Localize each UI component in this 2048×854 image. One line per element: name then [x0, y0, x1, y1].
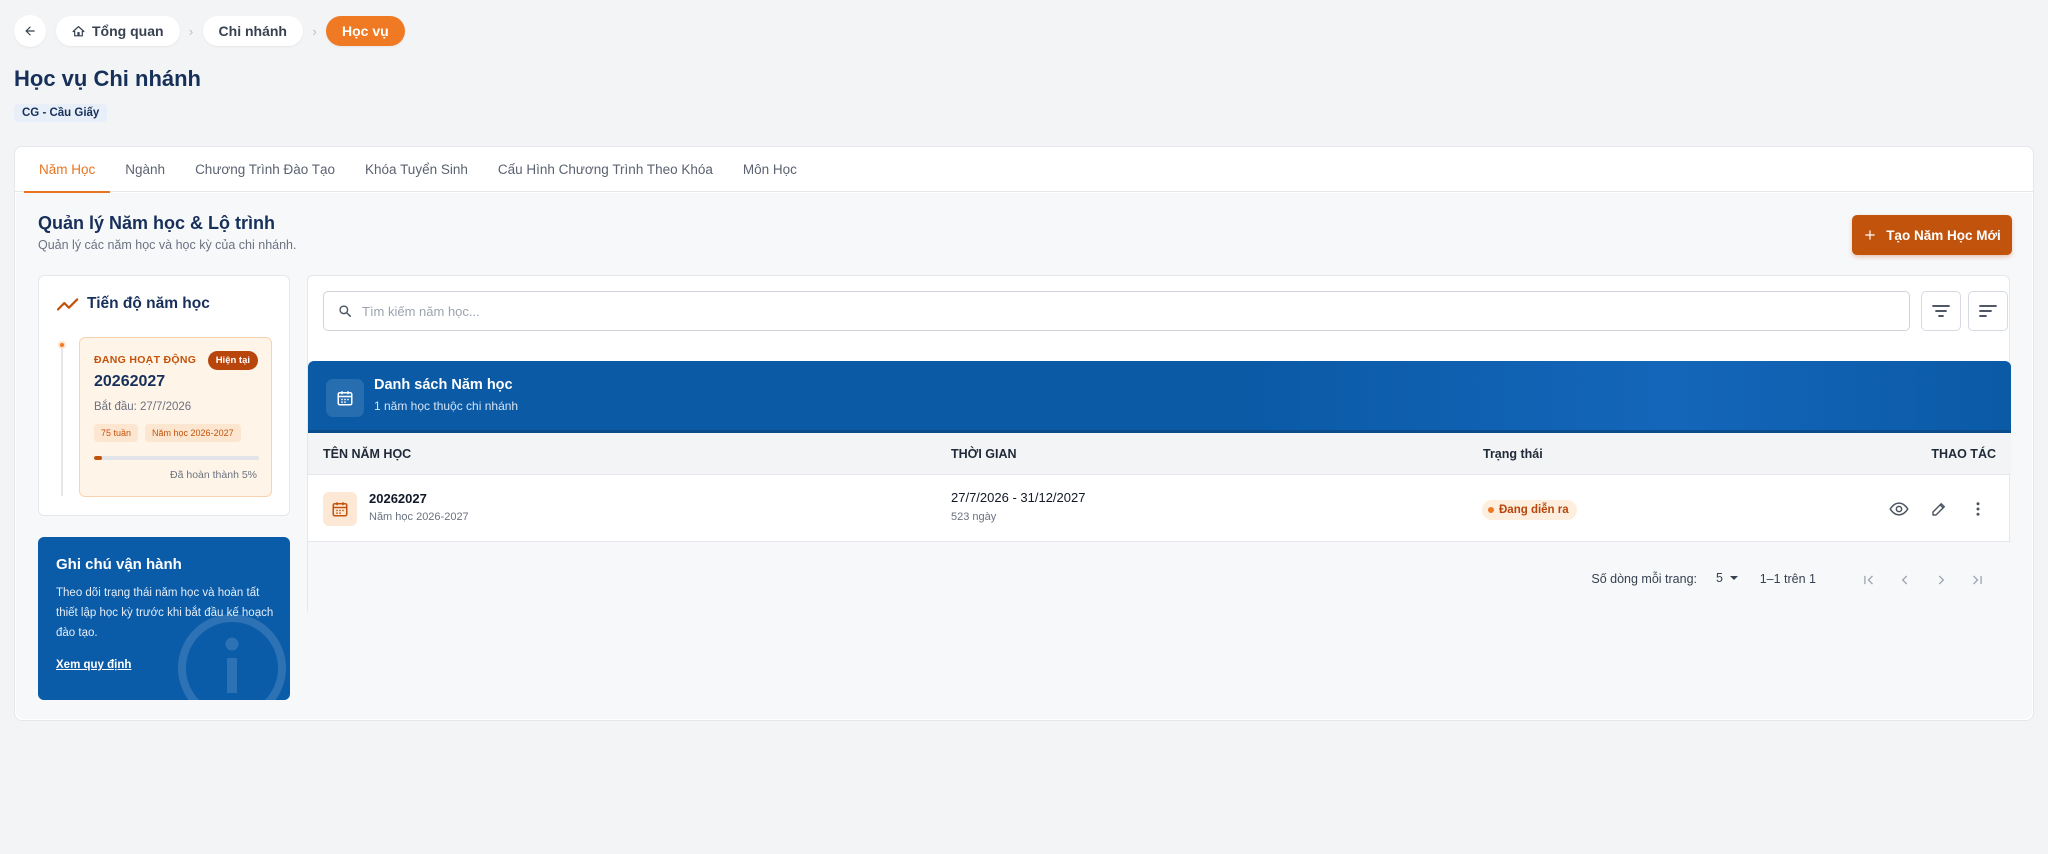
pencil-icon	[1932, 503, 1945, 516]
last-page-button[interactable]	[1965, 568, 1989, 592]
home-icon	[72, 25, 85, 36]
filter-icon	[1932, 305, 1950, 317]
tab-subject[interactable]: Môn Học	[728, 147, 812, 192]
breadcrumb-item-label: Tổng quan	[92, 23, 164, 39]
breadcrumb-separator: ›	[312, 23, 317, 39]
calendar-icon	[332, 502, 348, 517]
back-button[interactable]	[14, 15, 46, 47]
view-button[interactable]	[1884, 494, 1914, 524]
note-title: Ghi chú vận hành	[56, 556, 182, 573]
rows-per-page-label: Số dòng mỗi trang:	[1591, 572, 1697, 586]
table-subtitle: 1 năm học thuộc chi nhánh	[374, 399, 519, 413]
period-tag-weeks: 75 tuần	[94, 424, 139, 442]
filter-button[interactable]	[1921, 291, 1961, 331]
tab-admission-course[interactable]: Khóa Tuyển Sinh	[350, 147, 483, 192]
tab-content: Quản lý Năm học & Lộ trình Quản lý các n…	[16, 193, 2032, 719]
chevron-down-icon	[1730, 576, 1738, 580]
search-box[interactable]: Tìm kiếm năm học...	[323, 291, 1910, 331]
pagination: Số dòng mỗi trang: 5 1–1 trên 1	[308, 542, 2011, 617]
create-academic-year-button[interactable]: Tạo Năm Học Mới	[1852, 215, 2012, 255]
view-regulations-link[interactable]: Xem quy định	[56, 659, 131, 671]
period-status: ĐANG HOẠT ĐỘNG	[94, 354, 197, 366]
more-vertical-icon	[1976, 502, 1980, 516]
progress-title: Tiến độ năm học	[87, 295, 210, 312]
calendar-icon	[337, 391, 353, 406]
breadcrumb-item-overview[interactable]: Tổng quan	[56, 16, 180, 46]
section-title: Quản lý Năm học & Lộ trình	[38, 213, 276, 233]
operation-note-card: Ghi chú vận hành Theo dõi trạng thái năm…	[38, 537, 290, 700]
column-header-time[interactable]: THỜI GIAN	[951, 433, 1017, 475]
sort-button[interactable]	[1968, 291, 2008, 331]
status-badge: Đang diễn ra	[1482, 500, 1577, 520]
breadcrumb-item-branch[interactable]: Chi nhánh	[202, 16, 303, 46]
section-subtitle: Quản lý các năm học và học kỳ của chi nh…	[38, 238, 297, 252]
column-header-status[interactable]: Trạng thái	[1483, 433, 1543, 475]
rows-per-page-value: 5	[1716, 571, 1723, 585]
progress-bar	[94, 456, 259, 460]
next-page-icon	[1938, 575, 1945, 585]
progress-card: Tiến độ năm học ĐANG HOẠT ĐỘNG Hiện tại …	[38, 275, 290, 516]
row-name-sub: Năm học 2026-2027	[369, 511, 469, 523]
academic-year-table-card: Tìm kiếm năm học... Danh sách Năm học 1 …	[307, 275, 2011, 617]
progress-header: Tiến độ năm học	[57, 295, 210, 313]
tab-bar: Năm Học Ngành Chương Trình Đào Tạo Khóa …	[15, 147, 2033, 193]
sort-icon	[1979, 305, 1997, 317]
prev-page-icon	[1901, 575, 1908, 585]
tab-major[interactable]: Ngành	[110, 147, 180, 192]
prev-page-button[interactable]	[1893, 568, 1917, 592]
tab-training-program[interactable]: Chương Trình Đào Tạo	[180, 147, 350, 192]
first-page-icon	[1864, 575, 1873, 585]
more-actions-button[interactable]	[1963, 494, 1993, 524]
eye-icon	[1889, 502, 1909, 516]
last-page-icon	[1973, 575, 1982, 585]
table-row[interactable]: 20262027 Năm học 2026-2027 27/7/2026 - 3…	[308, 475, 2011, 542]
period-year: 20262027	[94, 373, 166, 390]
column-header-actions: THAO TÁC	[1931, 447, 1996, 461]
page-range: 1–1 trên 1	[1759, 572, 1816, 586]
breadcrumb-item-academic[interactable]: Học vụ	[325, 16, 405, 46]
breadcrumb: Tổng quan › Chi nhánh › Học vụ	[14, 15, 405, 47]
first-page-button[interactable]	[1857, 568, 1881, 592]
page-title: Học vụ Chi nhánh	[14, 66, 201, 91]
rows-per-page-select[interactable]: 5	[1716, 571, 1739, 585]
create-button-label: Tạo Năm Học Mới	[1886, 227, 2001, 243]
progress-percent-label: Đã hoàn thành 5%	[170, 469, 257, 481]
row-name: 20262027	[369, 491, 427, 506]
tab-academic-year[interactable]: Năm Học	[24, 147, 111, 193]
current-period-card[interactable]: ĐANG HOẠT ĐỘNG Hiện tại 20262027 Bắt đầu…	[79, 337, 272, 497]
main-card: Năm Học Ngành Chương Trình Đào Tạo Khóa …	[14, 146, 2034, 721]
branch-badge: CG - Cầu Giấy	[14, 104, 108, 122]
period-tag-academic-year: Năm học 2026-2027	[145, 424, 241, 442]
trend-icon	[57, 298, 79, 311]
column-header-name[interactable]: TÊN NĂM HỌC	[323, 433, 411, 475]
status-label: Đang diễn ra	[1499, 504, 1569, 516]
timeline-line	[61, 346, 63, 496]
plus-icon	[1865, 230, 1875, 240]
status-dot	[1488, 507, 1494, 513]
table-title: Danh sách Năm học	[374, 377, 513, 393]
row-time: 27/7/2026 - 31/12/2027	[951, 490, 1086, 505]
breadcrumb-item-label: Chi nhánh	[218, 23, 287, 39]
breadcrumb-separator: ›	[188, 23, 194, 39]
search-input[interactable]: Tìm kiếm năm học...	[362, 304, 480, 319]
search-icon	[339, 305, 352, 318]
info-icon	[178, 614, 286, 700]
period-start-date: Bắt đầu: 27/7/2026	[94, 401, 192, 413]
table-header-banner: Danh sách Năm học 1 năm học thuộc chi nh…	[308, 361, 2011, 433]
timeline-dot	[58, 341, 66, 349]
table-column-headers: TÊN NĂM HỌC THỜI GIAN Trạng thái THAO TÁ…	[308, 433, 2011, 475]
next-page-button[interactable]	[1929, 568, 1953, 592]
row-duration: 523 ngày	[951, 511, 997, 523]
back-arrow-icon	[25, 26, 35, 36]
row-icon-box	[323, 492, 357, 526]
tab-program-config[interactable]: Cấu Hình Chương Trình Theo Khóa	[483, 147, 728, 192]
period-tags: 75 tuần Năm học 2026-2027	[94, 424, 241, 442]
table-header-icon-box	[326, 379, 364, 417]
current-badge: Hiện tại	[207, 351, 258, 370]
progress-bar-fill	[94, 456, 103, 460]
edit-button[interactable]	[1924, 494, 1954, 524]
breadcrumb-item-label: Học vụ	[341, 23, 389, 39]
